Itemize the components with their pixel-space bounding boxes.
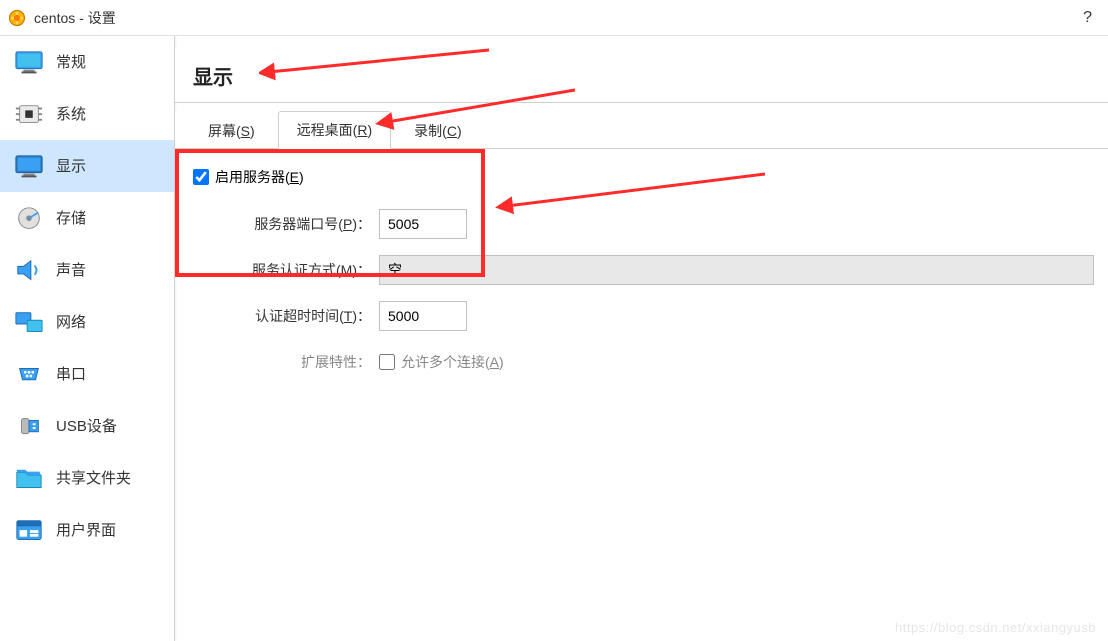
- sidebar-item-label: USB设备: [56, 415, 117, 436]
- tab-0[interactable]: 屏幕(S): [189, 112, 274, 149]
- sidebar-item-0[interactable]: 常规: [0, 36, 174, 88]
- network-monitors-icon: [14, 309, 44, 335]
- sidebar-item-1[interactable]: 系统: [0, 88, 174, 140]
- sidebar-item-label: 显示: [56, 155, 86, 176]
- serial-port-icon: [14, 361, 44, 387]
- enable-server-label[interactable]: 启用服务器(E): [215, 167, 304, 187]
- extension-label: 扩展特性：: [189, 352, 379, 372]
- sidebar-item-label: 常规: [56, 51, 86, 72]
- body-area: 常规系统显示存储声音网络串口USB设备共享文件夹用户界面 显示 屏幕(S)远程桌…: [0, 36, 1108, 641]
- main-panel: 显示 屏幕(S)远程桌面(R)录制(C) 启用服务器(E) 服务器端口号(P)：: [175, 36, 1108, 641]
- auth-method-label: 服务认证方式(M)：: [189, 260, 379, 280]
- port-label: 服务器端口号(P)：: [189, 214, 379, 234]
- sidebar-item-label: 用户界面: [56, 519, 116, 540]
- sidebar-item-label: 共享文件夹: [56, 467, 131, 488]
- sidebar-item-label: 系统: [56, 103, 86, 124]
- titlebar: centos - 设置 ?: [0, 0, 1108, 36]
- port-row: 服务器端口号(P)：: [189, 201, 1108, 247]
- speaker-icon: [14, 257, 44, 283]
- sidebar-item-label: 存储: [56, 207, 86, 228]
- sidebar: 常规系统显示存储声音网络串口 USB设备共享文件夹用户界面: [0, 36, 175, 641]
- folder-shared-icon: [14, 465, 44, 491]
- extension-checkbox-group: 允许多个连接(A): [379, 352, 504, 372]
- enable-server-row: 启用服务器(E): [189, 163, 1108, 201]
- monitor-display-icon: [14, 153, 44, 179]
- enable-server-checkbox[interactable]: [193, 169, 209, 185]
- port-input[interactable]: [379, 209, 467, 239]
- sidebar-item-7[interactable]: USB设备: [0, 400, 174, 452]
- app-icon: [8, 9, 26, 27]
- disk-icon: [14, 205, 44, 231]
- watermark: https://blog.csdn.net/xxiangyusb: [895, 620, 1096, 635]
- sidebar-item-6[interactable]: 串口: [0, 348, 174, 400]
- tabs: 屏幕(S)远程桌面(R)录制(C): [175, 111, 1108, 149]
- auth-timeout-input[interactable]: [379, 301, 467, 331]
- sidebar-item-9[interactable]: 用户界面: [0, 504, 174, 556]
- monitor-general-icon: [14, 49, 44, 75]
- allow-multiple-connections-label[interactable]: 允许多个连接(A): [401, 352, 504, 372]
- page-header: 显示: [175, 48, 1108, 103]
- sidebar-item-label: 网络: [56, 311, 86, 332]
- tab-content: 启用服务器(E) 服务器端口号(P)： 服务认证方式(M)： 空 认: [175, 149, 1108, 641]
- sidebar-item-label: 串口: [56, 363, 86, 384]
- tab-1[interactable]: 远程桌面(R): [278, 111, 391, 149]
- auth-timeout-row: 认证超时时间(T)：: [189, 293, 1108, 339]
- auth-timeout-label: 认证超时时间(T)：: [189, 306, 379, 326]
- ui-window-icon: [14, 517, 44, 543]
- chip-icon: [14, 101, 44, 127]
- sidebar-item-4[interactable]: 声音: [0, 244, 174, 296]
- sidebar-item-8[interactable]: 共享文件夹: [0, 452, 174, 504]
- auth-method-row: 服务认证方式(M)： 空: [189, 247, 1108, 293]
- sidebar-item-5[interactable]: 网络: [0, 296, 174, 348]
- page-title: 显示: [193, 61, 233, 90]
- extension-row: 扩展特性： 允许多个连接(A): [189, 339, 1108, 385]
- sidebar-item-2[interactable]: 显示: [0, 140, 174, 192]
- auth-method-dropdown[interactable]: 空: [379, 255, 1094, 285]
- allow-multiple-connections-checkbox[interactable]: [379, 354, 395, 370]
- sidebar-item-label: 声音: [56, 259, 86, 280]
- usb-icon: [14, 413, 44, 439]
- tab-2[interactable]: 录制(C): [395, 112, 480, 149]
- window-title: centos - 设置: [34, 8, 116, 28]
- help-button[interactable]: ?: [1075, 9, 1100, 27]
- sidebar-item-3[interactable]: 存储: [0, 192, 174, 244]
- titlebar-left: centos - 设置: [8, 8, 116, 28]
